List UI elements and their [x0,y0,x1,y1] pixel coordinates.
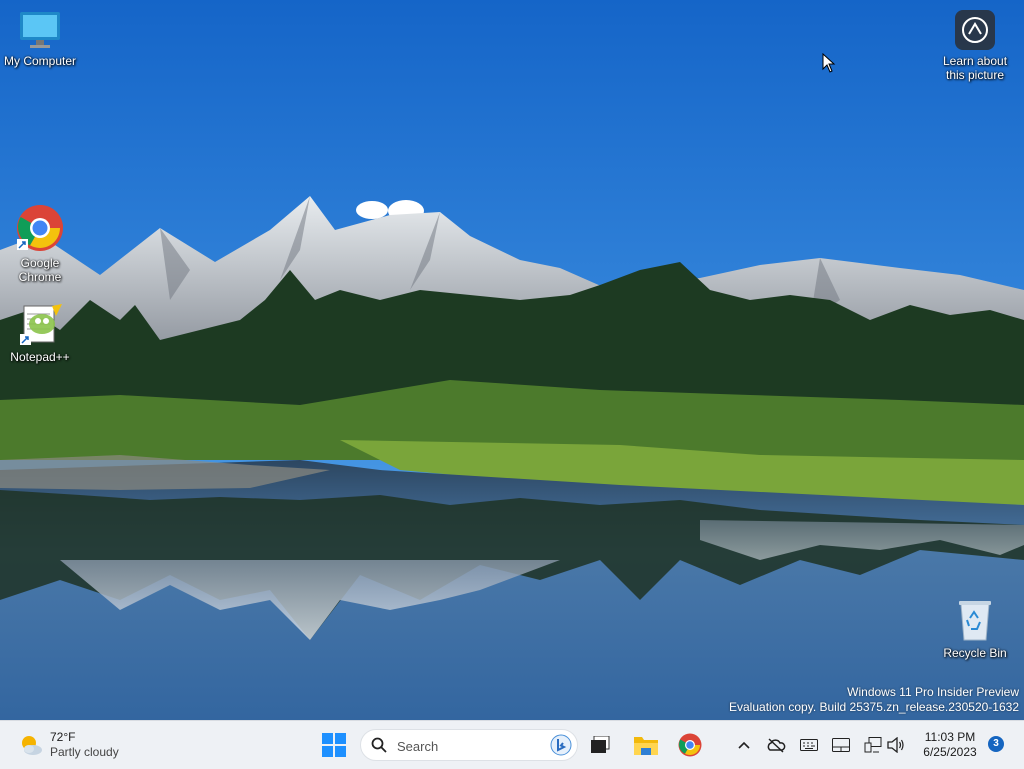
weather-condition: Partly cloudy [50,745,119,759]
evaluation-watermark: Windows 11 Pro Insider Preview Evaluatio… [729,685,1019,715]
onedrive-tray-button[interactable] [764,733,788,757]
recycle-bin-icon [959,601,991,641]
chevron-up-icon [738,741,750,749]
camera-lens-icon [955,10,995,50]
weather-widget[interactable]: 72°F Partly cloudy [18,729,119,761]
volume-icon [887,737,904,753]
touch-keyboard-button[interactable] [797,733,821,757]
partly-cloudy-icon [22,736,42,755]
keyboard-icon [800,739,818,751]
chrome-icon [678,733,702,757]
onedrive-offline-icon [767,738,786,753]
search-input[interactable] [395,735,539,757]
desktop-icon-learn-about-picture[interactable]: Learn about this picture [935,10,1015,82]
desktop-icon-my-computer[interactable]: My Computer [0,10,80,68]
mouse-cursor-icon [822,53,836,73]
weather-temperature: 72°F [50,730,76,744]
volume-button[interactable] [884,733,908,757]
bing-icon[interactable] [550,734,572,756]
desktop-icon-label: Learn about this picture [942,54,1008,82]
desktop-icon-label: Google Chrome [18,256,62,284]
notification-badge[interactable]: 3 [988,736,1004,752]
start-button[interactable] [316,727,352,763]
desktop-icon-label: Notepad++ [10,350,70,364]
network-icon [864,737,882,753]
desktop-icon-label: Recycle Bin [943,646,1007,660]
clock-time: 11:03 PM [924,730,976,744]
touchpad-icon [832,738,850,752]
chrome-taskbar-button[interactable] [672,727,708,763]
file-explorer-button[interactable] [628,727,664,763]
desktop-icon-label: My Computer [3,54,77,68]
system-clock[interactable]: 11:03 PM 6/25/2023 [918,730,982,760]
chrome-icon [17,205,63,251]
watermark-build: Evaluation copy. Build 25375.zn_release.… [729,700,1019,714]
taskbar: 72°F Partly cloudy Search 11:03 PM 6/25/… [0,720,1024,769]
touchpad-button[interactable] [829,733,853,757]
desktop-icon-notepad-plus-plus[interactable]: Notepad++ [0,302,80,364]
watermark-edition: Windows 11 Pro Insider Preview [847,685,1019,699]
task-view-icon [591,736,610,753]
show-hidden-icons-button[interactable] [732,733,756,757]
file-explorer-icon [634,737,658,755]
desktop-icon-recycle-bin[interactable]: Recycle Bin [935,598,1015,660]
clock-date: 6/25/2023 [923,745,977,759]
desktop-icon-google-chrome[interactable]: Google Chrome [0,204,80,284]
desktop-wallpaper [0,0,1024,720]
windows-logo-icon [322,733,346,757]
network-button[interactable] [861,733,885,757]
search-icon [371,737,387,753]
monitor-icon [20,12,60,48]
taskbar-search-box[interactable] [360,729,578,761]
task-view-button[interactable] [582,727,618,763]
notepad-plus-plus-icon [20,304,62,345]
